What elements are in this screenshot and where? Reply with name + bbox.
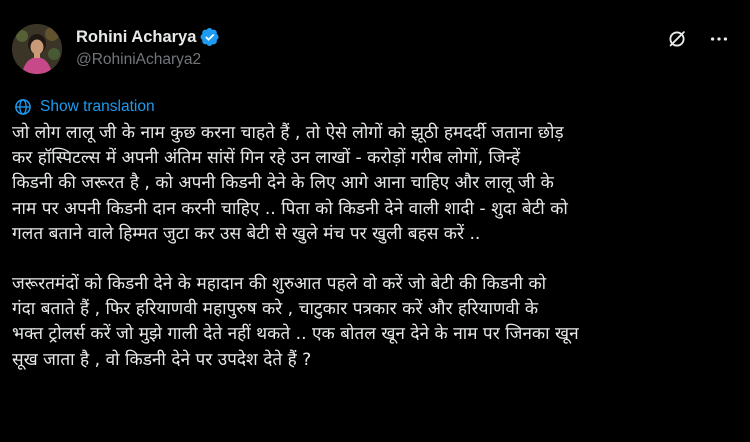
tweet-line: गलत बताने वाले हिम्मत जुटा कर उस बेटी से…	[12, 223, 481, 244]
tweet-line: सूख जाता है , वो किडनी देने पर उपदेश देत…	[12, 349, 312, 370]
tweet-line: जो लोग लालू जी के नाम कुछ करना चाहते हैं…	[12, 123, 564, 143]
display-name-row: Rohini Acharya	[76, 26, 220, 48]
tweet-header: Rohini Acharya @RohiniAcharya2	[12, 22, 740, 76]
top-actions	[666, 28, 730, 50]
display-name[interactable]: Rohini Acharya	[76, 28, 196, 47]
user-names: Rohini Acharya @RohiniAcharya2	[76, 26, 220, 69]
more-horizontal-icon[interactable]	[708, 28, 730, 50]
show-translation-label: Show translation	[40, 98, 155, 115]
tweet-line: जरूरतमंदों को किडनी देने के महादान की शु…	[12, 274, 547, 295]
globe-icon	[13, 97, 33, 117]
show-translation-link[interactable]: Show translation	[13, 97, 155, 117]
verified-badge-icon[interactable]	[200, 27, 220, 47]
tweet-line: किडनी की जरूरत है , को अपनी किडनी देने क…	[12, 173, 554, 194]
avatar[interactable]	[12, 24, 62, 74]
avatar-image	[12, 24, 62, 74]
tweet-line: भक्त ट्रोलर्स करें जो मुझे गाली देते नही…	[12, 324, 579, 345]
tweet-text: जो लोग लालू जी के नाम कुछ करना चाहते हैं…	[12, 121, 740, 373]
tweet-line: गंदा बताते हैं , फिर हरियाणवी महापुरुष क…	[12, 299, 539, 320]
tweet-line: कर हॉस्पिटल्स में अपनी अंतिम सांसें गिन …	[12, 148, 521, 169]
tweet-line: नाम पर अपनी किडनी दान करनी चाहिए .. पिता…	[12, 198, 568, 219]
user-handle[interactable]: @RohiniAcharya2	[76, 51, 220, 69]
grok-icon[interactable]	[666, 28, 688, 50]
